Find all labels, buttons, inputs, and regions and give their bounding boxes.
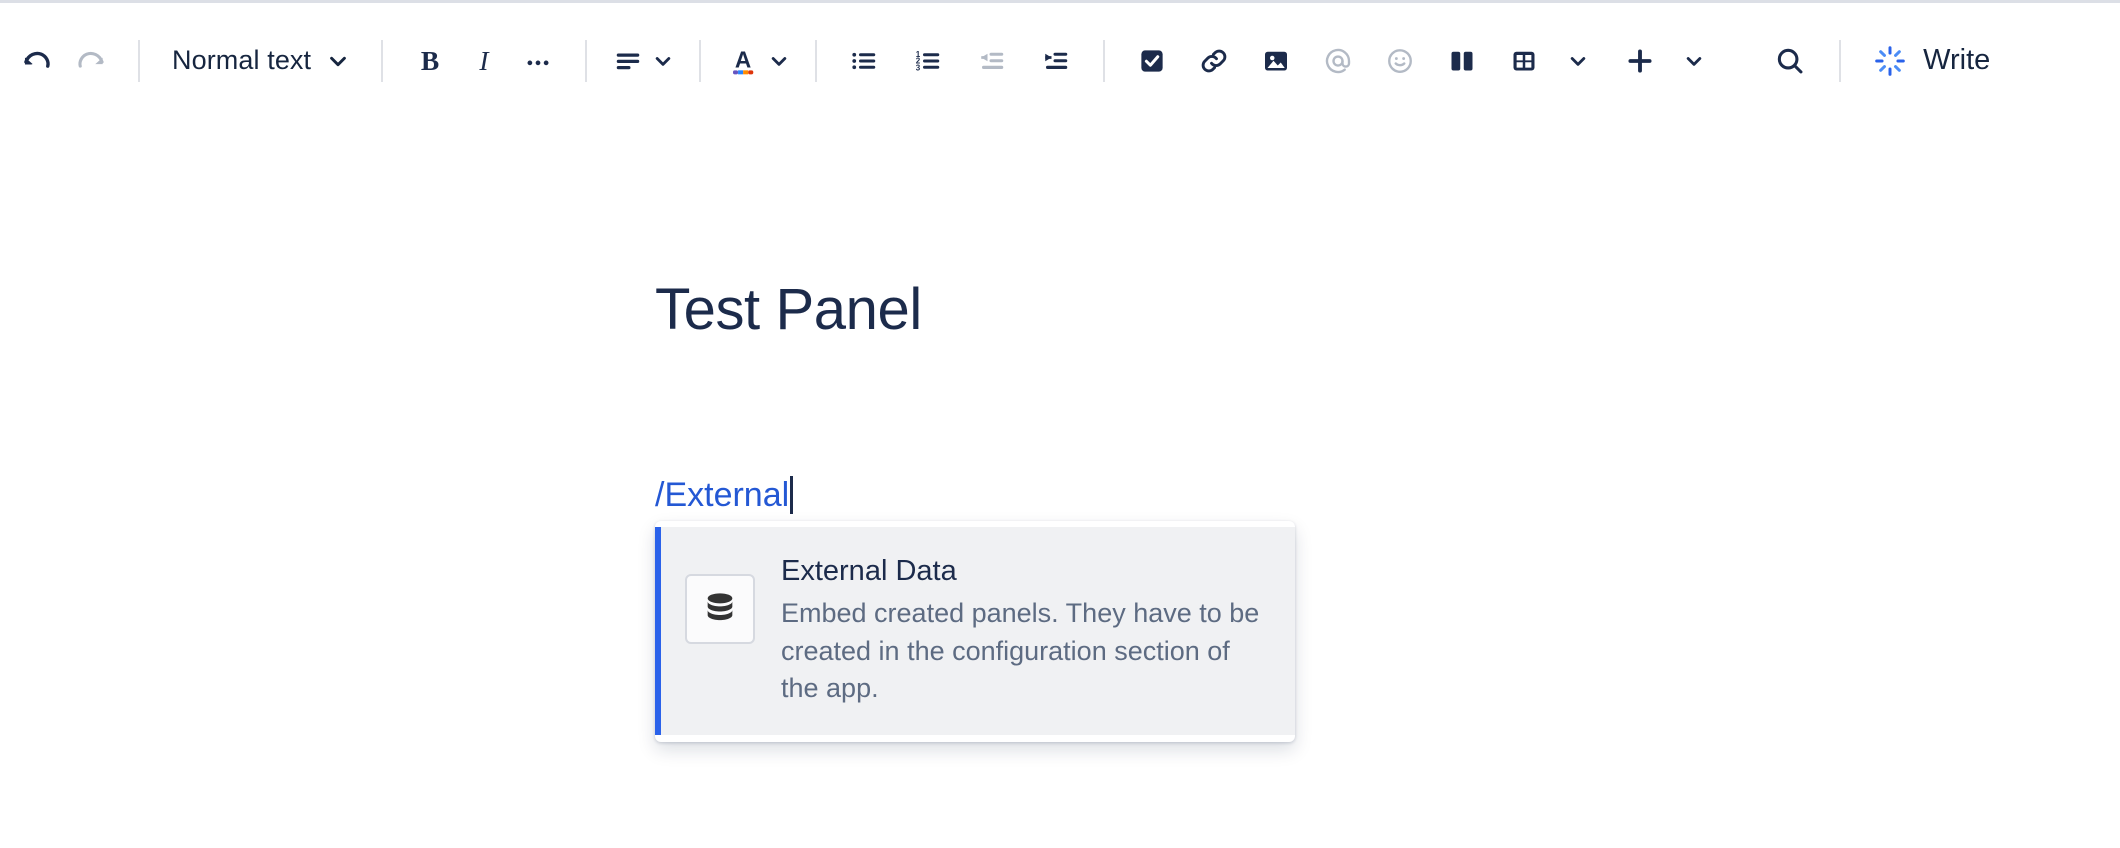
- bold-icon: B: [415, 46, 445, 76]
- text-color-icon: A: [727, 45, 759, 77]
- svg-text:3: 3: [916, 63, 921, 72]
- bullet-list-button[interactable]: [837, 34, 891, 88]
- insert-options-button[interactable]: [1667, 34, 1721, 88]
- slash-command-popup: External Data Embed created panels. They…: [655, 521, 1295, 742]
- search-icon: [1774, 45, 1806, 77]
- svg-text:I: I: [479, 46, 491, 76]
- indent-button[interactable]: [1029, 34, 1083, 88]
- toolbar-divider: [815, 39, 818, 82]
- image-icon: [1261, 46, 1291, 76]
- outdent-button[interactable]: [965, 34, 1019, 88]
- redo-button[interactable]: [64, 34, 118, 88]
- redo-icon: [74, 44, 108, 78]
- plus-icon: [1624, 45, 1656, 77]
- ellipsis-icon: [523, 46, 553, 76]
- document-area: Test Panel /External External Data Embed…: [0, 118, 2120, 742]
- bold-button[interactable]: B: [403, 34, 457, 88]
- toolbar-divider: [138, 39, 140, 82]
- svg-text:B: B: [421, 46, 439, 76]
- link-icon: [1199, 46, 1229, 76]
- command-description: Embed created panels. They have to be cr…: [781, 598, 1260, 703]
- text-color-button[interactable]: A: [721, 34, 795, 88]
- undo-icon: [20, 44, 54, 78]
- chevron-down-icon: [653, 51, 673, 71]
- toolbar-divider: [381, 39, 384, 82]
- numbered-list-button[interactable]: 1 2 3: [901, 34, 955, 88]
- text-style-value: Normal text: [172, 45, 312, 75]
- toolbar-divider: [1839, 39, 1842, 82]
- two-column-layout-icon: [1447, 46, 1477, 76]
- page-title[interactable]: Test Panel: [655, 278, 2120, 342]
- mention-button[interactable]: [1311, 34, 1365, 88]
- command-item-external-data[interactable]: External Data Embed created panels. They…: [655, 527, 1295, 735]
- list-group: 1 2 3: [837, 34, 1083, 88]
- task-list-button[interactable]: [1125, 34, 1179, 88]
- ai-write-button[interactable]: Write: [1863, 33, 2000, 89]
- text-caret: [790, 476, 794, 515]
- insert-group: [1125, 34, 1721, 88]
- command-text-container: External Data Embed created panels. They…: [781, 553, 1273, 707]
- svg-text:A: A: [735, 46, 751, 72]
- italic-button[interactable]: I: [457, 34, 511, 88]
- table-button[interactable]: [1497, 34, 1551, 88]
- align-left-icon: [613, 46, 643, 76]
- inline-format-group: B I: [403, 34, 565, 88]
- slash-command-text: /External: [655, 475, 790, 514]
- bullet-list-icon: [849, 46, 879, 76]
- undo-button[interactable]: [10, 34, 64, 88]
- layout-button[interactable]: [1435, 34, 1489, 88]
- insert-button[interactable]: [1613, 34, 1667, 88]
- history-group: [10, 34, 118, 88]
- chevron-down-icon: [769, 51, 789, 71]
- chevron-down-icon: [1684, 51, 1704, 71]
- emoji-icon: [1385, 46, 1415, 76]
- emoji-button[interactable]: [1373, 34, 1427, 88]
- image-button[interactable]: [1249, 34, 1303, 88]
- ai-write-label: Write: [1923, 44, 1991, 76]
- numbered-list-icon: 1 2 3: [913, 46, 943, 76]
- indent-icon: [1041, 46, 1071, 76]
- table-icon: [1509, 46, 1539, 76]
- toolbar-divider: [585, 39, 588, 82]
- database-icon: [700, 589, 740, 629]
- text-align-button[interactable]: [607, 34, 679, 88]
- mention-icon: [1323, 46, 1353, 76]
- more-formatting-button[interactable]: [511, 34, 565, 88]
- chevron-down-icon: [327, 50, 349, 72]
- link-button[interactable]: [1187, 34, 1241, 88]
- table-options-button[interactable]: [1551, 34, 1605, 88]
- toolbar-divider: [1103, 39, 1106, 82]
- checkbox-icon: [1137, 46, 1167, 76]
- editor-toolbar: Normal text B I A 1 2 3 Write: [0, 0, 2120, 118]
- chevron-down-icon: [1568, 51, 1588, 71]
- text-style-dropdown[interactable]: Normal text: [160, 34, 361, 88]
- find-replace-button[interactable]: [1763, 34, 1817, 88]
- outdent-icon: [977, 46, 1007, 76]
- toolbar-divider: [699, 39, 702, 82]
- command-icon-container: [685, 574, 755, 644]
- command-title: External Data: [781, 555, 957, 587]
- editor-paragraph[interactable]: /External: [655, 474, 2120, 517]
- italic-icon: I: [469, 46, 499, 76]
- ai-sparkle-icon: [1873, 44, 1907, 78]
